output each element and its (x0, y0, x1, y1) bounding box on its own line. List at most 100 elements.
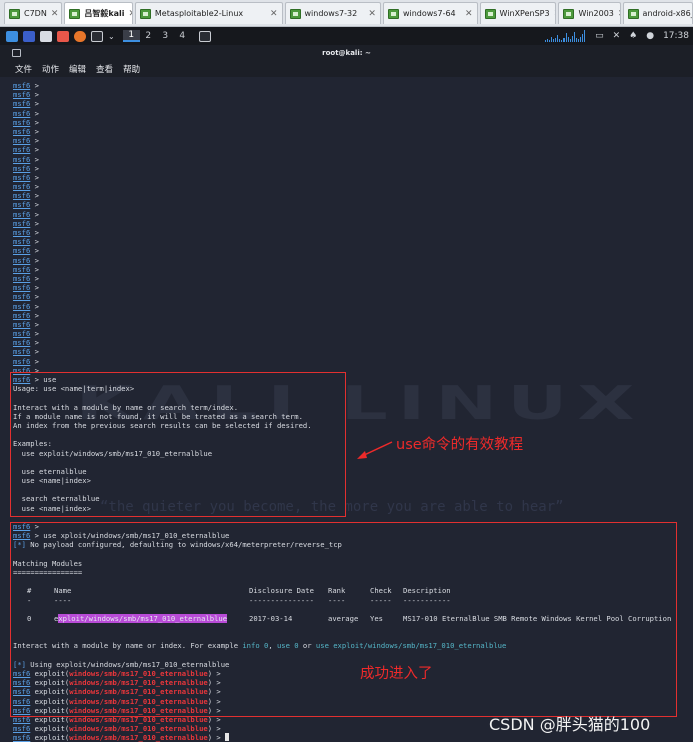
vm-icon (69, 8, 81, 19)
terminal-line: msf6 > (13, 246, 39, 256)
vm-tab[interactable]: Metasploitable2-Linux ✕ (134, 2, 283, 24)
vm-tab[interactable]: android-x86_64-7...✕ (622, 2, 693, 24)
menu-item[interactable]: 查看 (96, 63, 113, 75)
terminal-launcher-icon[interactable] (91, 30, 103, 42)
exploit-suffix: ) > (207, 724, 226, 734)
msf-prompt: msf6 (13, 310, 31, 320)
terminal-line: msf6 > (13, 99, 39, 109)
close-icon[interactable]: ✕ (270, 9, 278, 19)
terminal-line: msf6 > (13, 329, 39, 339)
cpu-graph-bar (577, 39, 579, 42)
file-manager-icon[interactable] (40, 30, 52, 42)
close-icon[interactable]: ✕ (129, 9, 132, 19)
vm-tab-label: Metasploitable2-Linux (154, 9, 244, 18)
workspace-1[interactable]: 1 (122, 30, 140, 42)
terminal-line: msf6 > (13, 145, 39, 155)
cpu-graph-bar (571, 36, 573, 42)
terminal-line: msf6 > (13, 90, 39, 100)
firefox-icon[interactable] (74, 30, 86, 42)
terminal-window-icon (12, 49, 21, 57)
close-icon[interactable]: ✕ (368, 9, 376, 19)
cpu-graph-bar (581, 34, 583, 42)
terminal-line: msf6 > (13, 356, 39, 366)
terminal-line: msf6 > (13, 319, 39, 329)
terminal-line: msf6 > (13, 283, 39, 293)
vm-tab-label: windows7-64 (402, 9, 456, 18)
text-editor-icon[interactable] (57, 30, 69, 42)
vm-tab[interactable]: windows7-64 ✕ (382, 2, 478, 24)
cpu-graph-bar (579, 37, 581, 42)
terminal-line: msf6 > (13, 191, 39, 201)
menu-item[interactable]: 文件 (15, 63, 32, 75)
cpu-graph-bar (559, 39, 561, 42)
vm-tab[interactable]: WinXPenSP3 ✕ (479, 2, 557, 24)
terminal-line: msf6 > (13, 126, 39, 136)
msf-prompt: msf6 (13, 283, 31, 293)
menu-item[interactable]: 帮助 (123, 63, 140, 75)
terminal-menubar: 文件 动作 编辑 查看 帮助 (0, 61, 693, 77)
msf-prompt: msf6 (13, 273, 31, 283)
exploit-module: windows/smb/ms17_010_eternalblue (69, 733, 208, 742)
close-icon[interactable]: ✕ (618, 9, 620, 19)
show-desktop-icon[interactable] (23, 30, 35, 42)
menu-item[interactable]: 动作 (42, 63, 59, 75)
close-icon[interactable]: ✕ (554, 9, 556, 19)
msf-prompt: msf6 (13, 246, 31, 256)
bell-icon[interactable]: ♠ (629, 31, 637, 41)
mute-icon[interactable]: ✕ (613, 31, 621, 41)
msf-prompt: msf6 (13, 126, 31, 136)
text-cursor (225, 733, 230, 742)
msf-prompt: msf6 (13, 724, 31, 734)
cpu-graph-bar (567, 37, 569, 42)
clock: 17:38 (663, 31, 689, 41)
cpu-graph-bar (553, 39, 555, 42)
terminal-line: msf6 > (13, 172, 39, 182)
vm-tab[interactable]: C7DN ✕ (4, 2, 63, 24)
msf-prompt: msf6 (13, 292, 31, 302)
msf-prompt: msf6 (13, 145, 31, 155)
vm-icon (484, 8, 496, 19)
annotation-arrow-icon (357, 441, 393, 459)
msf-prompt: msf6 (13, 136, 31, 146)
workspace-3[interactable]: 3 (157, 31, 174, 41)
terminal-line: msf6 > (13, 301, 39, 311)
terminal-line: msf6 > (13, 209, 39, 219)
msf-prompt: msf6 (13, 255, 31, 265)
kali-menu-icon[interactable] (6, 30, 18, 42)
msf-prompt: msf6 (13, 338, 31, 348)
power-icon[interactable]: ● (646, 31, 654, 41)
msf-prompt: msf6 (13, 264, 31, 274)
chevron-down-icon[interactable]: ⌄ (108, 32, 115, 41)
vm-tab[interactable]: Win2003 ✕ (558, 2, 621, 24)
close-icon[interactable]: ✕ (465, 9, 473, 19)
display-icon[interactable]: ▭ (595, 31, 604, 41)
workspace-2[interactable]: 2 (140, 31, 157, 41)
msf-prompt: msf6 (13, 154, 31, 164)
menu-item[interactable]: 编辑 (69, 63, 86, 75)
terminal-line: msf6 > (13, 108, 39, 118)
msf-prompt: msf6 (13, 99, 31, 109)
vm-icon (627, 8, 639, 19)
terminal-task-icon[interactable] (198, 30, 211, 42)
vm-icon (563, 8, 575, 19)
msf-prompt: msf6 (13, 200, 31, 210)
vm-tab[interactable]: windows7-32 ✕ (284, 2, 381, 24)
terminal-line: msf6 > (13, 255, 39, 265)
cpu-graph-bar (563, 38, 565, 42)
exploit-module: windows/smb/ms17_010_eternalblue (69, 724, 208, 734)
msf-prompt: msf6 (13, 90, 31, 100)
vm-tab-label: Win2003 (578, 9, 614, 18)
terminal-line: msf6 > (13, 154, 39, 164)
cpu-graph-bar (565, 33, 567, 42)
vm-icon (139, 8, 151, 19)
workspace-switcher: 1234 (122, 30, 191, 42)
exploit-prefix: exploit( (30, 724, 70, 734)
close-icon[interactable]: ✕ (51, 9, 59, 19)
cpu-graph-bar (573, 32, 575, 42)
terminal-line: msf6 > (13, 218, 39, 228)
vm-tab[interactable]: 吕智毅kali ✕ (64, 2, 133, 24)
vm-icon (9, 8, 20, 19)
workspace-4[interactable]: 4 (174, 31, 191, 41)
cpu-graph-bar (583, 30, 585, 42)
msf-prompt: msf6 (13, 237, 31, 247)
